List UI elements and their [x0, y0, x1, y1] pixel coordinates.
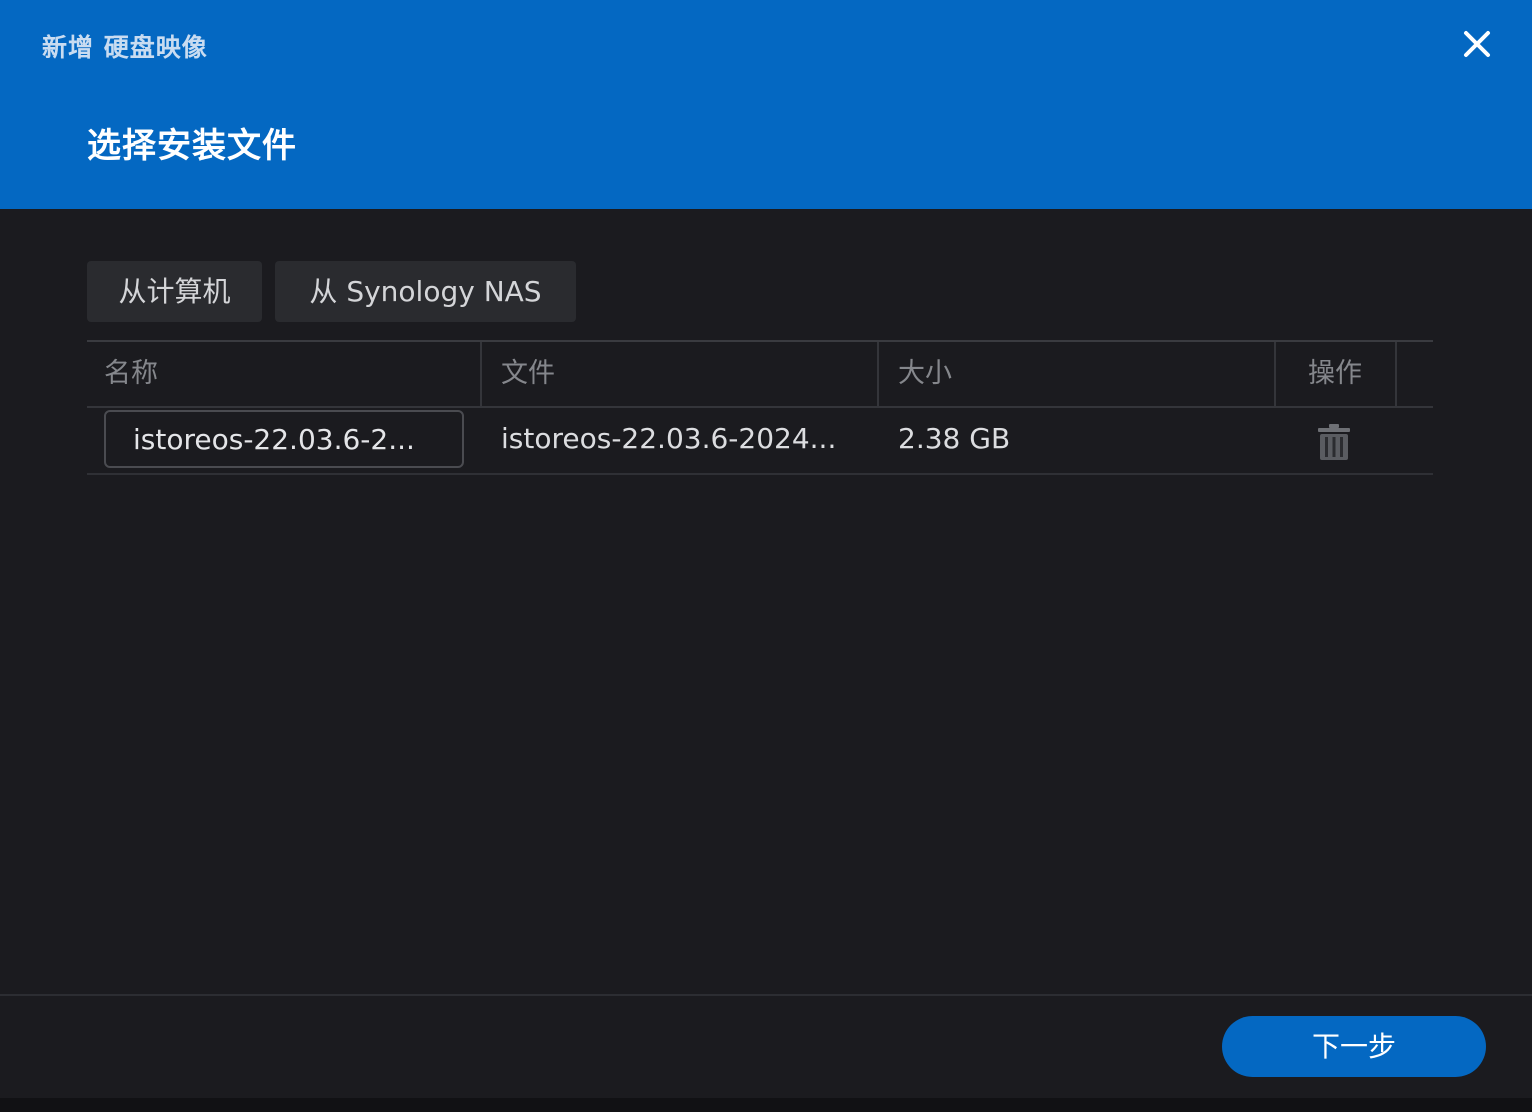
step-title: 选择安装文件: [87, 126, 297, 166]
from-computer-button[interactable]: 从计算机: [87, 261, 262, 322]
window-title: 新增 硬盘映像: [42, 33, 208, 62]
close-button[interactable]: [1458, 26, 1496, 62]
image-name-input[interactable]: [104, 410, 464, 468]
delete-button[interactable]: [1317, 423, 1351, 461]
column-divider: [1274, 342, 1276, 406]
column-header-file[interactable]: 文件: [501, 342, 555, 406]
file-name-cell: istoreos-22.03.6-2024...: [501, 422, 837, 455]
column-divider: [877, 342, 879, 406]
trash-icon: [1318, 424, 1350, 460]
background-window-strip: [0, 1098, 1532, 1112]
create-disk-image-dialog: 新增 硬盘映像 选择安装文件 从计算机 从 Synology NAS 名称 文件…: [0, 0, 1532, 1098]
column-header-size[interactable]: 大小: [898, 342, 952, 406]
table-header: 名称 文件 大小 操作: [87, 340, 1433, 408]
column-divider: [480, 342, 482, 406]
from-synology-nas-button[interactable]: 从 Synology NAS: [275, 261, 576, 322]
file-size-cell: 2.38 GB: [898, 422, 1011, 455]
table-row: istoreos-22.03.6-2024... 2.38 GB: [87, 408, 1433, 475]
next-button[interactable]: 下一步: [1222, 1016, 1486, 1077]
column-header-name[interactable]: 名称: [104, 342, 158, 406]
dialog-header: 新增 硬盘映像 选择安装文件: [0, 0, 1532, 209]
column-divider: [1395, 342, 1397, 406]
footer-divider: [0, 994, 1532, 996]
close-icon: [1464, 31, 1490, 57]
column-header-action[interactable]: 操作: [1308, 342, 1362, 406]
file-table: 名称 文件 大小 操作 istoreos-22.03.6-2024... 2.3…: [87, 340, 1433, 475]
